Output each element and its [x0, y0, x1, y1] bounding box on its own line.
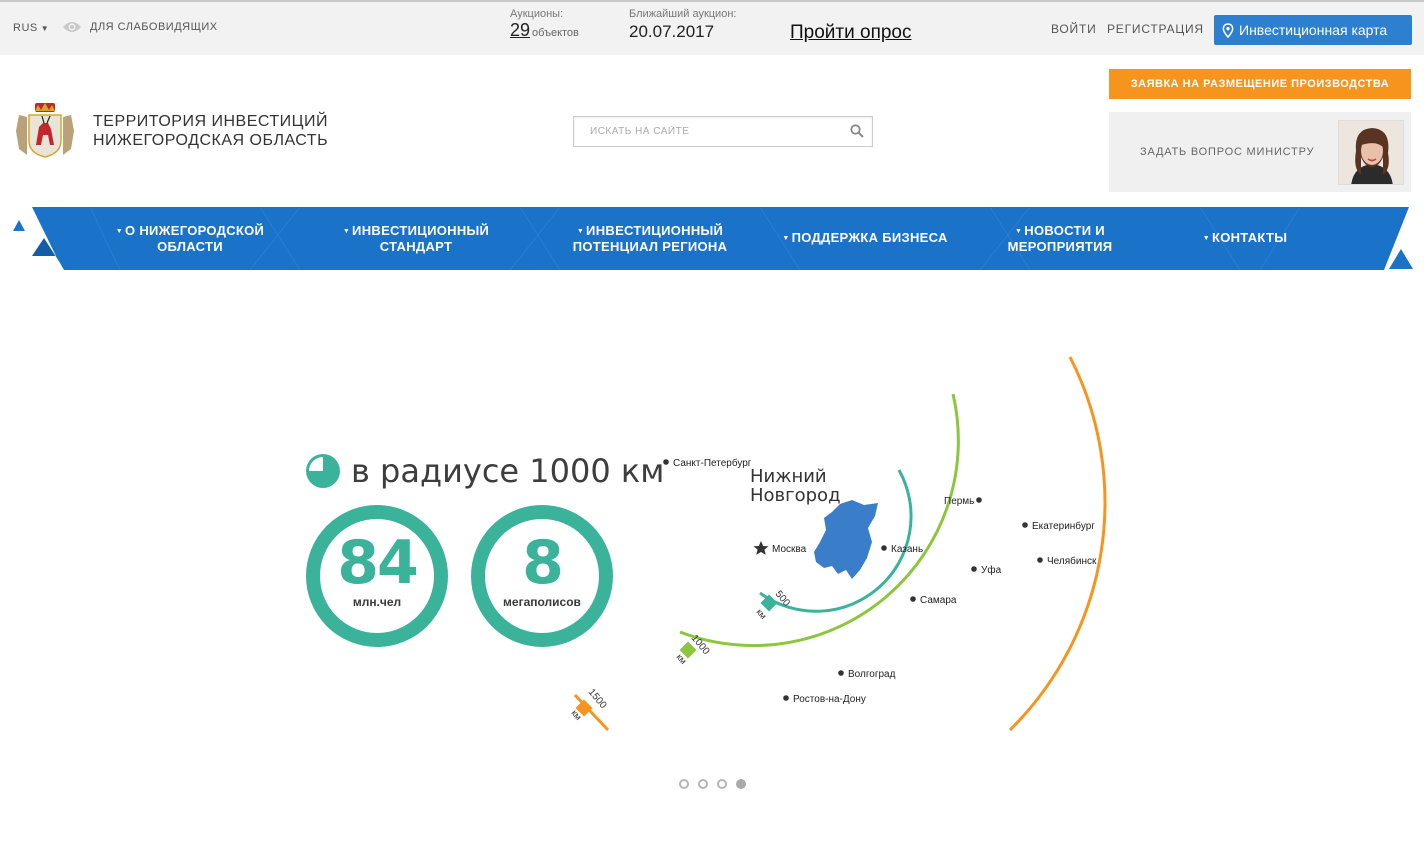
- search-icon[interactable]: [850, 124, 864, 138]
- nav-item-label: ПОТЕНЦИАЛ РЕГИОНА: [572, 238, 728, 254]
- accessibility-label: ДЛЯ СЛАБОВИДЯЩИХ: [90, 21, 218, 33]
- nav-item-label: ИНВЕСТИЦИОННЫЙ: [352, 222, 490, 238]
- slider-dot-2[interactable]: [698, 779, 708, 789]
- register-link[interactable]: РЕГИСТРАЦИЯ: [1107, 22, 1204, 36]
- nav-item-label: ИНВЕСТИЦИОННЫЙ: [586, 222, 724, 238]
- production-request-button[interactable]: ЗАЯВКА НА РАЗМЕЩЕНИЕ ПРОИЗВОДСТВА: [1109, 69, 1411, 99]
- city-ekaterinburg: Екатеринбург: [1022, 520, 1095, 532]
- nav-item-label: НОВОСТИ И: [1024, 222, 1105, 238]
- ask-minister-label: ЗАДАТЬ ВОПРОС МИНИСТРУ: [1140, 146, 1315, 158]
- survey-link[interactable]: Пройти опрос: [790, 22, 912, 44]
- nav-item-about-region[interactable]: ▼ О НИЖЕГОРОДСКОЙ ОБЛАСТИ: [100, 206, 280, 270]
- radius-1000-arc: [679, 393, 960, 648]
- accessibility-link[interactable]: ДЛЯ СЛАБОВИДЯЩИХ: [62, 20, 218, 34]
- eye-icon: [63, 22, 81, 32]
- auctions-count-link[interactable]: 29: [510, 20, 530, 40]
- coat-of-arms-logo[interactable]: [15, 101, 75, 159]
- city-moscow: Москва: [753, 541, 807, 555]
- radius-marker-1000: 1000 км: [674, 633, 711, 666]
- svg-text:Москва: Москва: [772, 544, 807, 555]
- city-ufa: Уфа: [971, 564, 1002, 576]
- search-input[interactable]: [574, 117, 834, 146]
- site-title-line2: НИЖЕГОРОДСКАЯ ОБЛАСТЬ: [93, 132, 329, 149]
- city-perm: Пермь: [944, 496, 982, 507]
- radius-1500-arc: [1008, 356, 1107, 732]
- city-chelyabinsk: Челябинск: [1037, 555, 1097, 567]
- nearest-auction-label: Ближайший аукцион:: [629, 8, 737, 20]
- investment-map-label: Инвестиционная карта: [1239, 22, 1388, 38]
- caret-down-icon: ▼: [115, 227, 124, 235]
- nav-item-contacts[interactable]: ▼ КОНТАКТЫ: [1190, 206, 1300, 270]
- hero-slider: в радиусе 1000 км 84 млн.чел 8 мегаполис…: [0, 272, 1424, 863]
- city-saint-petersburg: Санкт-Петербург: [663, 457, 752, 469]
- nearest-auction-date: 20.07.2017: [629, 22, 715, 41]
- auctions-unit: объектов: [532, 27, 579, 39]
- caret-down-icon: ▼: [782, 235, 790, 242]
- nav-item-label: КОНТАКТЫ: [1211, 230, 1288, 245]
- top-bar: RUS ▼ ДЛЯ СЛАБОВИДЯЩИХ Аукционы: 29 объект…: [0, 0, 1424, 55]
- city-rostov: Ростов-на-Дону: [783, 694, 866, 705]
- caret-down-icon: ▼: [1202, 235, 1210, 242]
- nav-item-label: СТАНДАРТ: [379, 238, 453, 254]
- city-volgograd: Волгоград: [838, 669, 896, 680]
- auctions-info: Аукционы: 29 объектов: [510, 8, 579, 41]
- svg-text:Пермь: Пермь: [944, 496, 974, 507]
- radius-map: 500 км 1000 км 1500 км Санкт-Петербург М…: [569, 356, 1107, 732]
- svg-text:500: 500: [773, 589, 792, 609]
- center-city-line2: Новгород: [750, 485, 841, 506]
- svg-text:Волгоград: Волгоград: [848, 669, 896, 680]
- caret-down-icon: ▼: [40, 24, 50, 33]
- nearest-auction-info: Ближайший аукцион: 20.07.2017: [629, 8, 736, 42]
- ask-minister-panel[interactable]: ЗАДАТЬ ВОПРОС МИНИСТРУ: [1109, 112, 1411, 192]
- center-city-name: Нижний Новгород: [750, 467, 841, 505]
- svg-text:Казань: Казань: [891, 544, 923, 555]
- nav-item-business-support[interactable]: ▼ ПОДДЕРЖКА БИЗНЕСА: [770, 206, 960, 270]
- login-link[interactable]: ВОЙТИ: [1051, 22, 1097, 36]
- caret-down-icon: ▼: [1015, 227, 1023, 235]
- nav-item-label: ОБЛАСТИ: [157, 238, 223, 254]
- slider-dot-3[interactable]: [717, 779, 727, 789]
- region-shape: [814, 500, 878, 579]
- svg-text:Самара: Самара: [920, 595, 957, 606]
- slider-dot-4[interactable]: [736, 779, 746, 789]
- star-icon: [753, 541, 769, 555]
- radius-marker-1500: 1500 км: [569, 687, 608, 722]
- map-pin-icon: [1222, 22, 1234, 38]
- site-title-line1: ТЕРРИТОРИЯ ИНВЕСТИЦИЙ: [93, 113, 328, 130]
- nav-item-label: МЕРОПРИЯТИЯ: [1007, 238, 1113, 254]
- center-city-line1: Нижний: [750, 466, 827, 487]
- slider-pagination: [679, 779, 746, 789]
- investment-map-button[interactable]: Инвестиционная карта: [1214, 15, 1412, 45]
- svg-text:Ростов-на-Дону: Ростов-на-Дону: [793, 694, 866, 705]
- caret-down-icon: ▼: [342, 227, 351, 235]
- svg-text:Челябинск: Челябинск: [1047, 555, 1097, 567]
- site-search: [573, 116, 873, 147]
- language-selector[interactable]: RUS ▼: [13, 22, 49, 34]
- language-label: RUS: [13, 22, 38, 34]
- caret-down-icon: ▼: [576, 227, 585, 235]
- nav-item-investment-standard[interactable]: ▼ ИНВЕСТИЦИОННЫЙ СТАНДАРТ: [326, 206, 506, 270]
- svg-text:Санкт-Петербург: Санкт-Петербург: [673, 457, 752, 469]
- nav-item-investment-potential[interactable]: ▼ ИНВЕСТИЦИОННЫЙ ПОТЕНЦИАЛ РЕГИОНА: [555, 206, 745, 270]
- nav-item-label: ПОДДЕРЖКА БИЗНЕСА: [791, 230, 948, 245]
- svg-text:Уфа: Уфа: [981, 564, 1002, 576]
- city-kazan: Казань: [881, 544, 923, 555]
- nav-item-news-events[interactable]: ▼ НОВОСТИ И МЕРОПРИЯТИЯ: [985, 206, 1135, 270]
- nav-item-label: О НИЖЕГОРОДСКОЙ: [125, 222, 265, 238]
- svg-text:Екатеринбург: Екатеринбург: [1032, 520, 1095, 532]
- auctions-label: Аукционы:: [510, 8, 564, 20]
- minister-photo: [1338, 120, 1404, 185]
- main-navigation: ▼ О НИЖЕГОРОДСКОЙ ОБЛАСТИ ▼ ИНВЕСТИЦИОННЫЙ С…: [0, 206, 1424, 272]
- city-samara: Самара: [910, 595, 957, 606]
- slider-dot-1[interactable]: [679, 779, 689, 789]
